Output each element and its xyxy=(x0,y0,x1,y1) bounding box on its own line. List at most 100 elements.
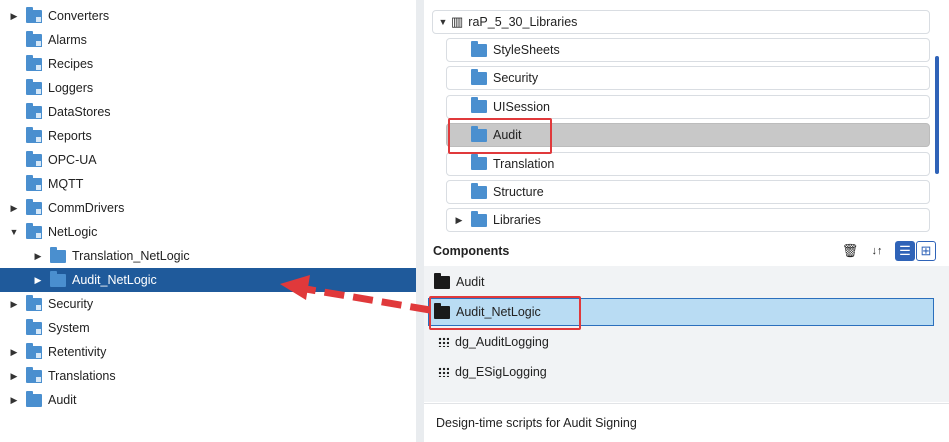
tree-item[interactable]: ▶ CommDrivers xyxy=(0,196,416,220)
library-root-label: raP_5_30_Libraries xyxy=(468,15,578,29)
folder-icon xyxy=(471,182,487,199)
tree-item-label: Translation_NetLogic xyxy=(72,249,190,263)
chevron-right-icon[interactable]: ▶ xyxy=(8,299,20,310)
tree-item-label: Audit xyxy=(48,393,77,407)
folder-security-icon xyxy=(26,294,42,311)
tree-item[interactable]: OPC-UA xyxy=(0,148,416,172)
tree-item[interactable]: ▼ NetLogic xyxy=(0,220,416,244)
folder-icon xyxy=(471,154,487,171)
library-item-label: Translation xyxy=(493,156,555,171)
chevron-right-icon[interactable]: ▶ xyxy=(453,215,465,226)
components-title: Components xyxy=(433,244,510,258)
tree-item-label: Alarms xyxy=(48,33,87,47)
tree-item[interactable]: ▶ Translation_NetLogic xyxy=(0,244,416,268)
tree-item-label: OPC-UA xyxy=(48,153,97,167)
folder-icon xyxy=(471,40,487,57)
tree-item-label: Converters xyxy=(48,9,110,23)
tree-item[interactable]: Reports xyxy=(0,124,416,148)
folder-settings-icon xyxy=(26,6,42,23)
tree-item[interactable]: ▶ Translations xyxy=(0,364,416,388)
chevron-right-icon[interactable]: ▶ xyxy=(8,347,20,358)
folder-translation-icon xyxy=(26,366,42,383)
chevron-right-icon[interactable]: ▶ xyxy=(32,251,44,262)
folder-recipe-icon xyxy=(26,54,42,71)
tree-item[interactable]: Alarms xyxy=(0,28,416,52)
component-item[interactable]: dg_AuditLogging xyxy=(424,328,934,356)
folder-icon xyxy=(471,210,487,227)
scrollbar[interactable] xyxy=(935,56,939,174)
library-icon: ▥ xyxy=(451,14,464,29)
tree-item[interactable]: Recipes xyxy=(0,52,416,76)
folder-logger-icon xyxy=(26,78,42,95)
tree-item-label: Loggers xyxy=(48,81,94,95)
library-item[interactable]: ▶ Libraries xyxy=(446,208,930,233)
tree-item[interactable]: Loggers xyxy=(0,76,416,100)
library-item[interactable]: Security xyxy=(446,66,930,91)
component-item[interactable]: dg_ESigLogging xyxy=(424,358,934,386)
library-item-label: Security xyxy=(493,71,539,86)
delete-icon[interactable]: 🗑 xyxy=(841,241,859,261)
library-root-row[interactable]: ▼ ▥ raP_5_30_Libraries xyxy=(432,10,930,34)
annotation-box-audit xyxy=(448,118,552,154)
tree-item-label: MQTT xyxy=(48,177,84,191)
folder-report-icon xyxy=(26,126,42,143)
library-item-label: UISession xyxy=(493,99,550,114)
library-item-label: Libraries xyxy=(493,213,541,228)
folder-opcua-icon xyxy=(26,150,42,167)
description-text: Design-time scripts for Audit Signing xyxy=(424,403,949,442)
folder-datastore-icon xyxy=(26,102,42,119)
tree-item[interactable]: MQTT xyxy=(0,172,416,196)
tree-item-label: Audit_NetLogic xyxy=(72,273,157,287)
tree-item-label: DataStores xyxy=(48,105,111,119)
folder-icon xyxy=(471,97,487,114)
chevron-right-icon[interactable]: ▶ xyxy=(8,11,20,22)
chevron-right-icon[interactable]: ▶ xyxy=(32,275,44,286)
folder-icon xyxy=(26,390,42,407)
chevron-right-icon[interactable]: ▶ xyxy=(8,371,20,382)
tree-item-label: Recipes xyxy=(48,57,94,71)
tree-item[interactable]: ▶ Converters xyxy=(0,4,416,28)
grid-icon xyxy=(438,367,449,377)
list-view-icon[interactable]: ☰ xyxy=(895,241,915,261)
component-item-label: Audit xyxy=(456,275,485,289)
tree-item-label: System xyxy=(48,321,90,335)
panel-divider[interactable] xyxy=(416,0,424,442)
folder-retentivity-icon xyxy=(26,342,42,359)
folder-netlogic-icon xyxy=(26,222,42,239)
grid-icon xyxy=(438,337,449,347)
folder-icon xyxy=(50,246,66,263)
project-tree-panel: ▶ Converters Alarms Recipes Loggers DataStore… xyxy=(0,0,416,442)
annotation-box-audit-netlogic xyxy=(429,296,581,330)
tree-item-label: Retentivity xyxy=(48,345,107,359)
folder-mqtt-icon xyxy=(26,174,42,191)
tree-item-label: Security xyxy=(48,297,94,311)
tree-item[interactable]: ▶ Retentivity xyxy=(0,340,416,364)
library-item[interactable]: UISession xyxy=(446,94,930,119)
grid-view-icon[interactable]: ⊞ xyxy=(916,241,936,261)
library-panel: ▼ ▥ raP_5_30_Libraries StyleSheets Securi… xyxy=(424,0,949,442)
library-item[interactable]: Structure xyxy=(446,180,930,204)
sort-icon[interactable]: ↓↑ xyxy=(867,241,887,261)
chevron-right-icon[interactable]: ▶ xyxy=(8,203,20,214)
tree-item-label: NetLogic xyxy=(48,225,98,239)
folder-system-icon xyxy=(26,318,42,335)
folder-icon xyxy=(471,68,487,85)
folder-commdriver-icon xyxy=(26,198,42,215)
folder-black-icon xyxy=(50,270,66,287)
folder-alarm-icon xyxy=(26,30,42,47)
tree-item-label: Reports xyxy=(48,129,92,143)
tree-item-label: CommDrivers xyxy=(48,201,125,215)
library-item-label: StyleSheets xyxy=(493,43,560,57)
chevron-down-icon[interactable]: ▼ xyxy=(437,17,449,27)
library-item[interactable]: StyleSheets xyxy=(446,38,930,62)
component-item-label: dg_ESigLogging xyxy=(455,365,547,379)
chevron-down-icon[interactable]: ▼ xyxy=(8,227,20,237)
chevron-right-icon[interactable]: ▶ xyxy=(8,395,20,406)
annotation-arrow xyxy=(280,275,431,314)
library-item-label: Structure xyxy=(493,185,544,199)
tree-item[interactable]: ▶ Audit xyxy=(0,388,416,412)
library-item[interactable]: Translation xyxy=(446,151,930,176)
component-item[interactable]: Audit xyxy=(424,268,934,296)
tree-item-label: Translations xyxy=(48,369,116,383)
tree-item[interactable]: DataStores xyxy=(0,100,416,124)
